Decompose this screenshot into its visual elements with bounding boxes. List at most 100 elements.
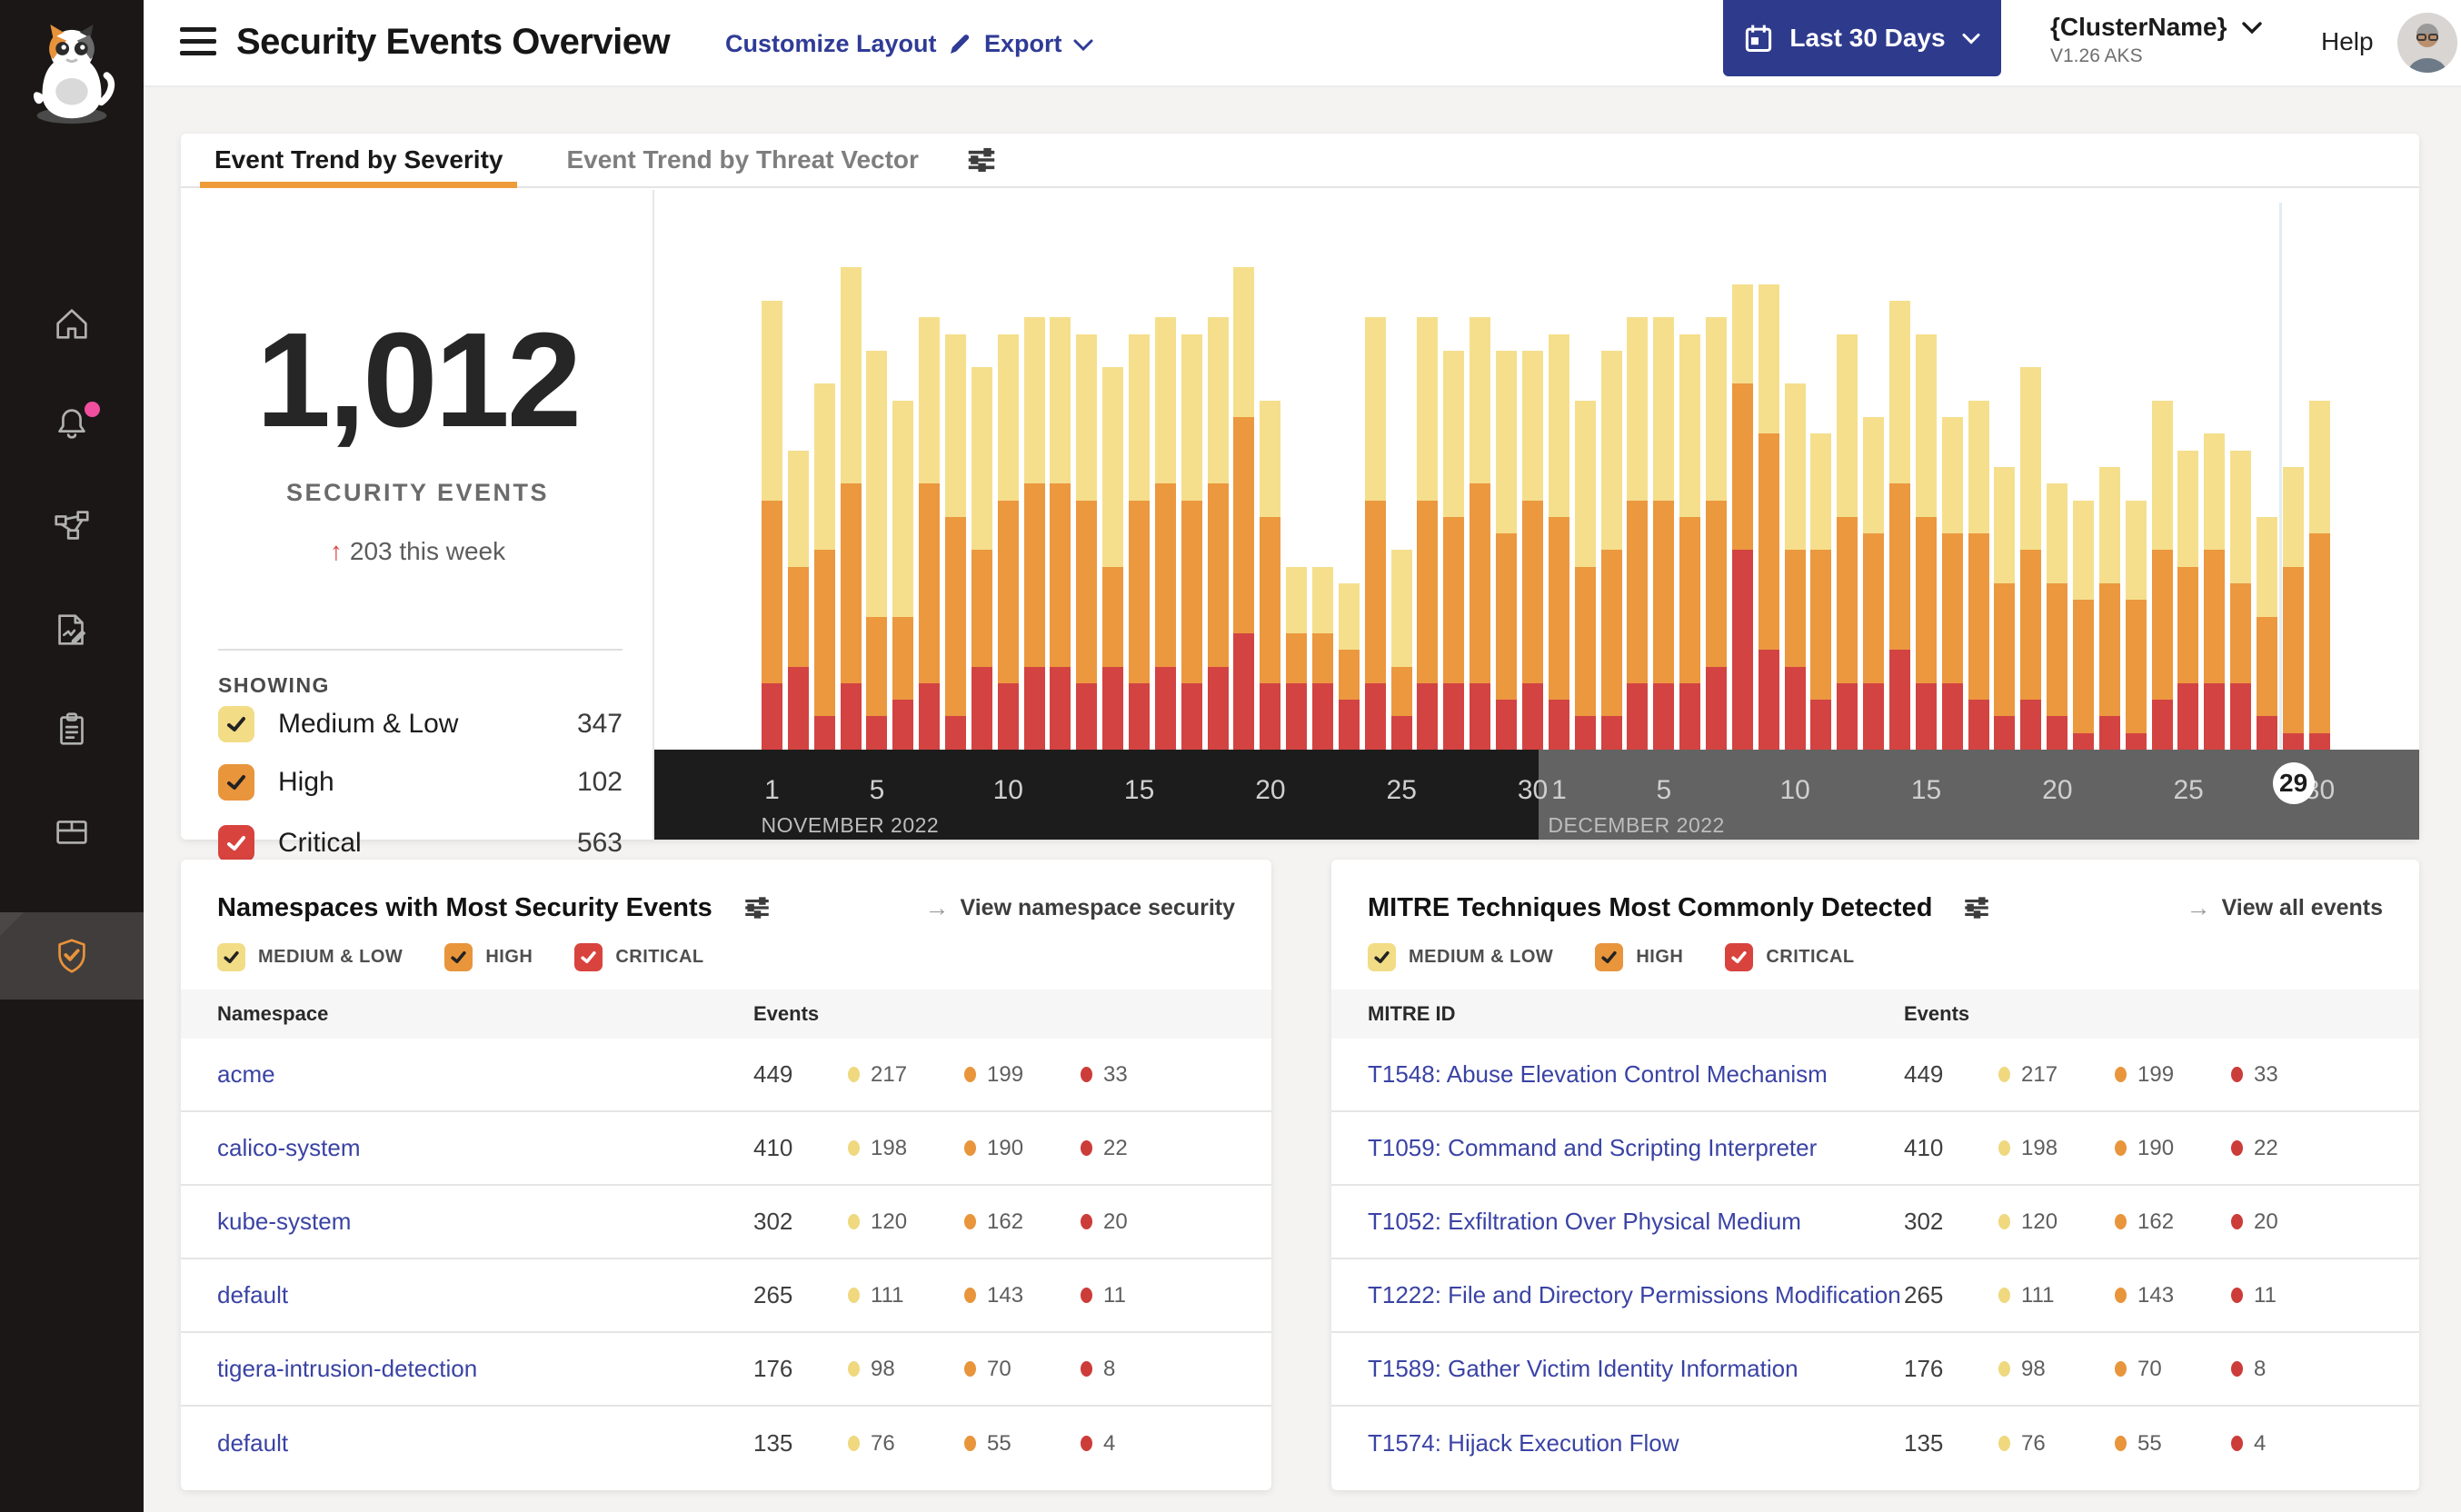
chart-bar-dec-12[interactable] xyxy=(1837,333,1858,750)
chart-bar-nov-19[interactable] xyxy=(1233,267,1255,750)
chart-bar-nov-24[interactable] xyxy=(1364,317,1386,750)
row-link[interactable]: T1548: Abuse Elevation Control Mechanism xyxy=(1368,1060,1828,1088)
filter-chip-medium-low[interactable]: MEDIUM & LOW xyxy=(217,943,403,971)
chart-bar-nov-3[interactable] xyxy=(813,383,835,750)
chart-bar-dec-25[interactable] xyxy=(2177,450,2199,750)
row-link[interactable]: T1059: Command and Scripting Interpreter xyxy=(1368,1134,1817,1161)
chart-bar-dec-28[interactable] xyxy=(2256,516,2277,750)
customize-layout-button[interactable]: Customize Layout xyxy=(725,30,973,58)
export-button[interactable]: Export xyxy=(984,30,1095,58)
severity-filter-critical[interactable]: Critical 563 xyxy=(218,823,623,863)
filter-chip-high[interactable]: HIGH xyxy=(1595,943,1683,971)
chart-bar-nov-13[interactable] xyxy=(1076,333,1098,750)
chart-bar-nov-1[interactable] xyxy=(762,300,782,750)
cluster-selector[interactable]: {ClusterName} V1.26 AKS xyxy=(2050,13,2264,67)
menu-icon[interactable] xyxy=(180,27,216,55)
severity-trend-chart[interactable]: 1 5 10 15 20 25 30 NOVEMBER 2022 1 5 10 15 20 25 30 DEC… xyxy=(654,190,2419,840)
chart-bar-nov-20[interactable] xyxy=(1260,400,1281,750)
checkbox-checked[interactable] xyxy=(444,943,473,971)
chart-bar-nov-28[interactable] xyxy=(1470,317,1491,750)
checkbox-checked[interactable] xyxy=(218,825,254,861)
chart-bar-dec-4[interactable] xyxy=(1627,317,1649,750)
chart-bar-dec-14[interactable] xyxy=(1888,300,1910,750)
chart-bar-dec-23[interactable] xyxy=(2125,500,2147,750)
chart-bar-nov-4[interactable] xyxy=(840,267,862,750)
chart-settings-sliders-icon[interactable] xyxy=(964,143,999,177)
chart-bar-dec-3[interactable] xyxy=(1600,350,1622,750)
sidebar-item-policies-edit[interactable] xyxy=(0,586,144,673)
sidebar-item-compliance-clipboard[interactable] xyxy=(0,686,144,773)
checkbox-checked[interactable] xyxy=(1725,943,1754,971)
chart-bar-nov-10[interactable] xyxy=(997,333,1019,750)
chart-bar-dec-27[interactable] xyxy=(2230,450,2252,750)
filter-chip-medium-low[interactable]: MEDIUM & LOW xyxy=(1368,943,1553,971)
chart-bar-dec-20[interactable] xyxy=(2047,483,2068,750)
chart-bar-dec-19[interactable] xyxy=(2020,367,2042,750)
sidebar-item-home[interactable] xyxy=(0,280,144,367)
chart-bar-dec-18[interactable] xyxy=(1994,466,2016,750)
chart-bar-nov-16[interactable] xyxy=(1154,317,1176,750)
chart-bar-nov-23[interactable] xyxy=(1338,583,1360,750)
chart-bar-nov-14[interactable] xyxy=(1102,367,1124,750)
chart-bar-dec-30[interactable] xyxy=(2308,400,2330,750)
checkbox-checked[interactable] xyxy=(1595,943,1624,971)
checkbox-checked[interactable] xyxy=(218,764,254,801)
filter-chip-critical[interactable]: CRITICAL xyxy=(574,943,703,971)
checkbox-checked[interactable] xyxy=(1368,943,1396,971)
calico-cat-logo[interactable] xyxy=(18,22,125,129)
row-link[interactable]: T1574: Hijack Execution Flow xyxy=(1368,1429,1679,1457)
chart-bar-dec-15[interactable] xyxy=(1915,333,1937,750)
checkbox-checked[interactable] xyxy=(574,943,603,971)
chart-bar-dec-10[interactable] xyxy=(1784,383,1806,750)
filter-chip-critical[interactable]: CRITICAL xyxy=(1725,943,1854,971)
help-link[interactable]: Help xyxy=(2321,27,2374,56)
row-link[interactable]: tigera-intrusion-detection xyxy=(217,1355,477,1382)
date-range-button[interactable]: Last 30 Days xyxy=(1723,0,2001,76)
tab-event-trend-by-severity[interactable]: Event Trend by Severity xyxy=(199,134,518,188)
severity-filter-high[interactable]: High 102 xyxy=(218,762,623,802)
chart-bar-nov-22[interactable] xyxy=(1312,566,1334,750)
chart-bar-dec-21[interactable] xyxy=(2072,500,2094,750)
chart-bar-nov-21[interactable] xyxy=(1286,566,1308,750)
sidebar-item-alerts-bell[interactable] xyxy=(0,380,144,467)
filter-chip-high[interactable]: HIGH xyxy=(444,943,533,971)
namespaces-settings-sliders-icon[interactable] xyxy=(742,892,772,923)
chart-bar-nov-2[interactable] xyxy=(787,450,809,750)
checkbox-checked[interactable] xyxy=(218,706,254,742)
user-avatar[interactable] xyxy=(2397,13,2457,73)
chart-bar-dec-11[interactable] xyxy=(1810,433,1832,750)
row-link[interactable]: acme xyxy=(217,1060,275,1088)
chart-bar-nov-29[interactable] xyxy=(1496,350,1518,750)
chart-bar-dec-6[interactable] xyxy=(1679,333,1701,750)
chart-bar-nov-5[interactable] xyxy=(866,350,888,750)
chart-bar-dec-29[interactable] xyxy=(2282,466,2304,750)
chart-bar-dec-22[interactable] xyxy=(2098,466,2120,750)
chart-bar-nov-26[interactable] xyxy=(1417,317,1439,750)
severity-filter-medium-low[interactable]: Medium & Low 347 xyxy=(218,704,623,744)
chart-bar-dec-5[interactable] xyxy=(1653,317,1675,750)
chart-bar-nov-6[interactable] xyxy=(892,400,914,750)
chart-bar-nov-25[interactable] xyxy=(1390,550,1412,750)
row-link[interactable]: T1589: Gather Victim Identity Informatio… xyxy=(1368,1355,1798,1382)
chart-bar-dec-16[interactable] xyxy=(1941,417,1963,750)
chart-bar-dec-24[interactable] xyxy=(2151,400,2173,750)
chart-bar-nov-9[interactable] xyxy=(971,367,992,750)
chart-bar-nov-7[interactable] xyxy=(919,317,941,750)
chart-bar-dec-2[interactable] xyxy=(1574,400,1596,750)
chart-bar-dec-13[interactable] xyxy=(1863,417,1885,750)
chart-bar-dec-26[interactable] xyxy=(2204,433,2226,750)
chart-bar-nov-11[interactable] xyxy=(1023,317,1045,750)
chart-bar-nov-15[interactable] xyxy=(1129,333,1151,750)
chart-bar-nov-30[interactable] xyxy=(1521,350,1543,750)
row-link[interactable]: calico-system xyxy=(217,1134,360,1161)
chart-bar-dec-7[interactable] xyxy=(1705,317,1727,750)
chart-bar-nov-17[interactable] xyxy=(1181,333,1202,750)
sidebar-item-service-graph[interactable] xyxy=(0,482,144,569)
chart-bar-dec-8[interactable] xyxy=(1731,284,1753,750)
chart-bar-dec-9[interactable] xyxy=(1758,284,1779,750)
chart-bar-nov-27[interactable] xyxy=(1443,350,1465,750)
view-all-events-link[interactable]: → View all events xyxy=(2187,894,2383,922)
sidebar-item-workloads-box[interactable] xyxy=(0,787,144,874)
checkbox-checked[interactable] xyxy=(217,943,245,971)
row-link[interactable]: T1222: File and Directory Permissions Mo… xyxy=(1368,1281,1901,1308)
